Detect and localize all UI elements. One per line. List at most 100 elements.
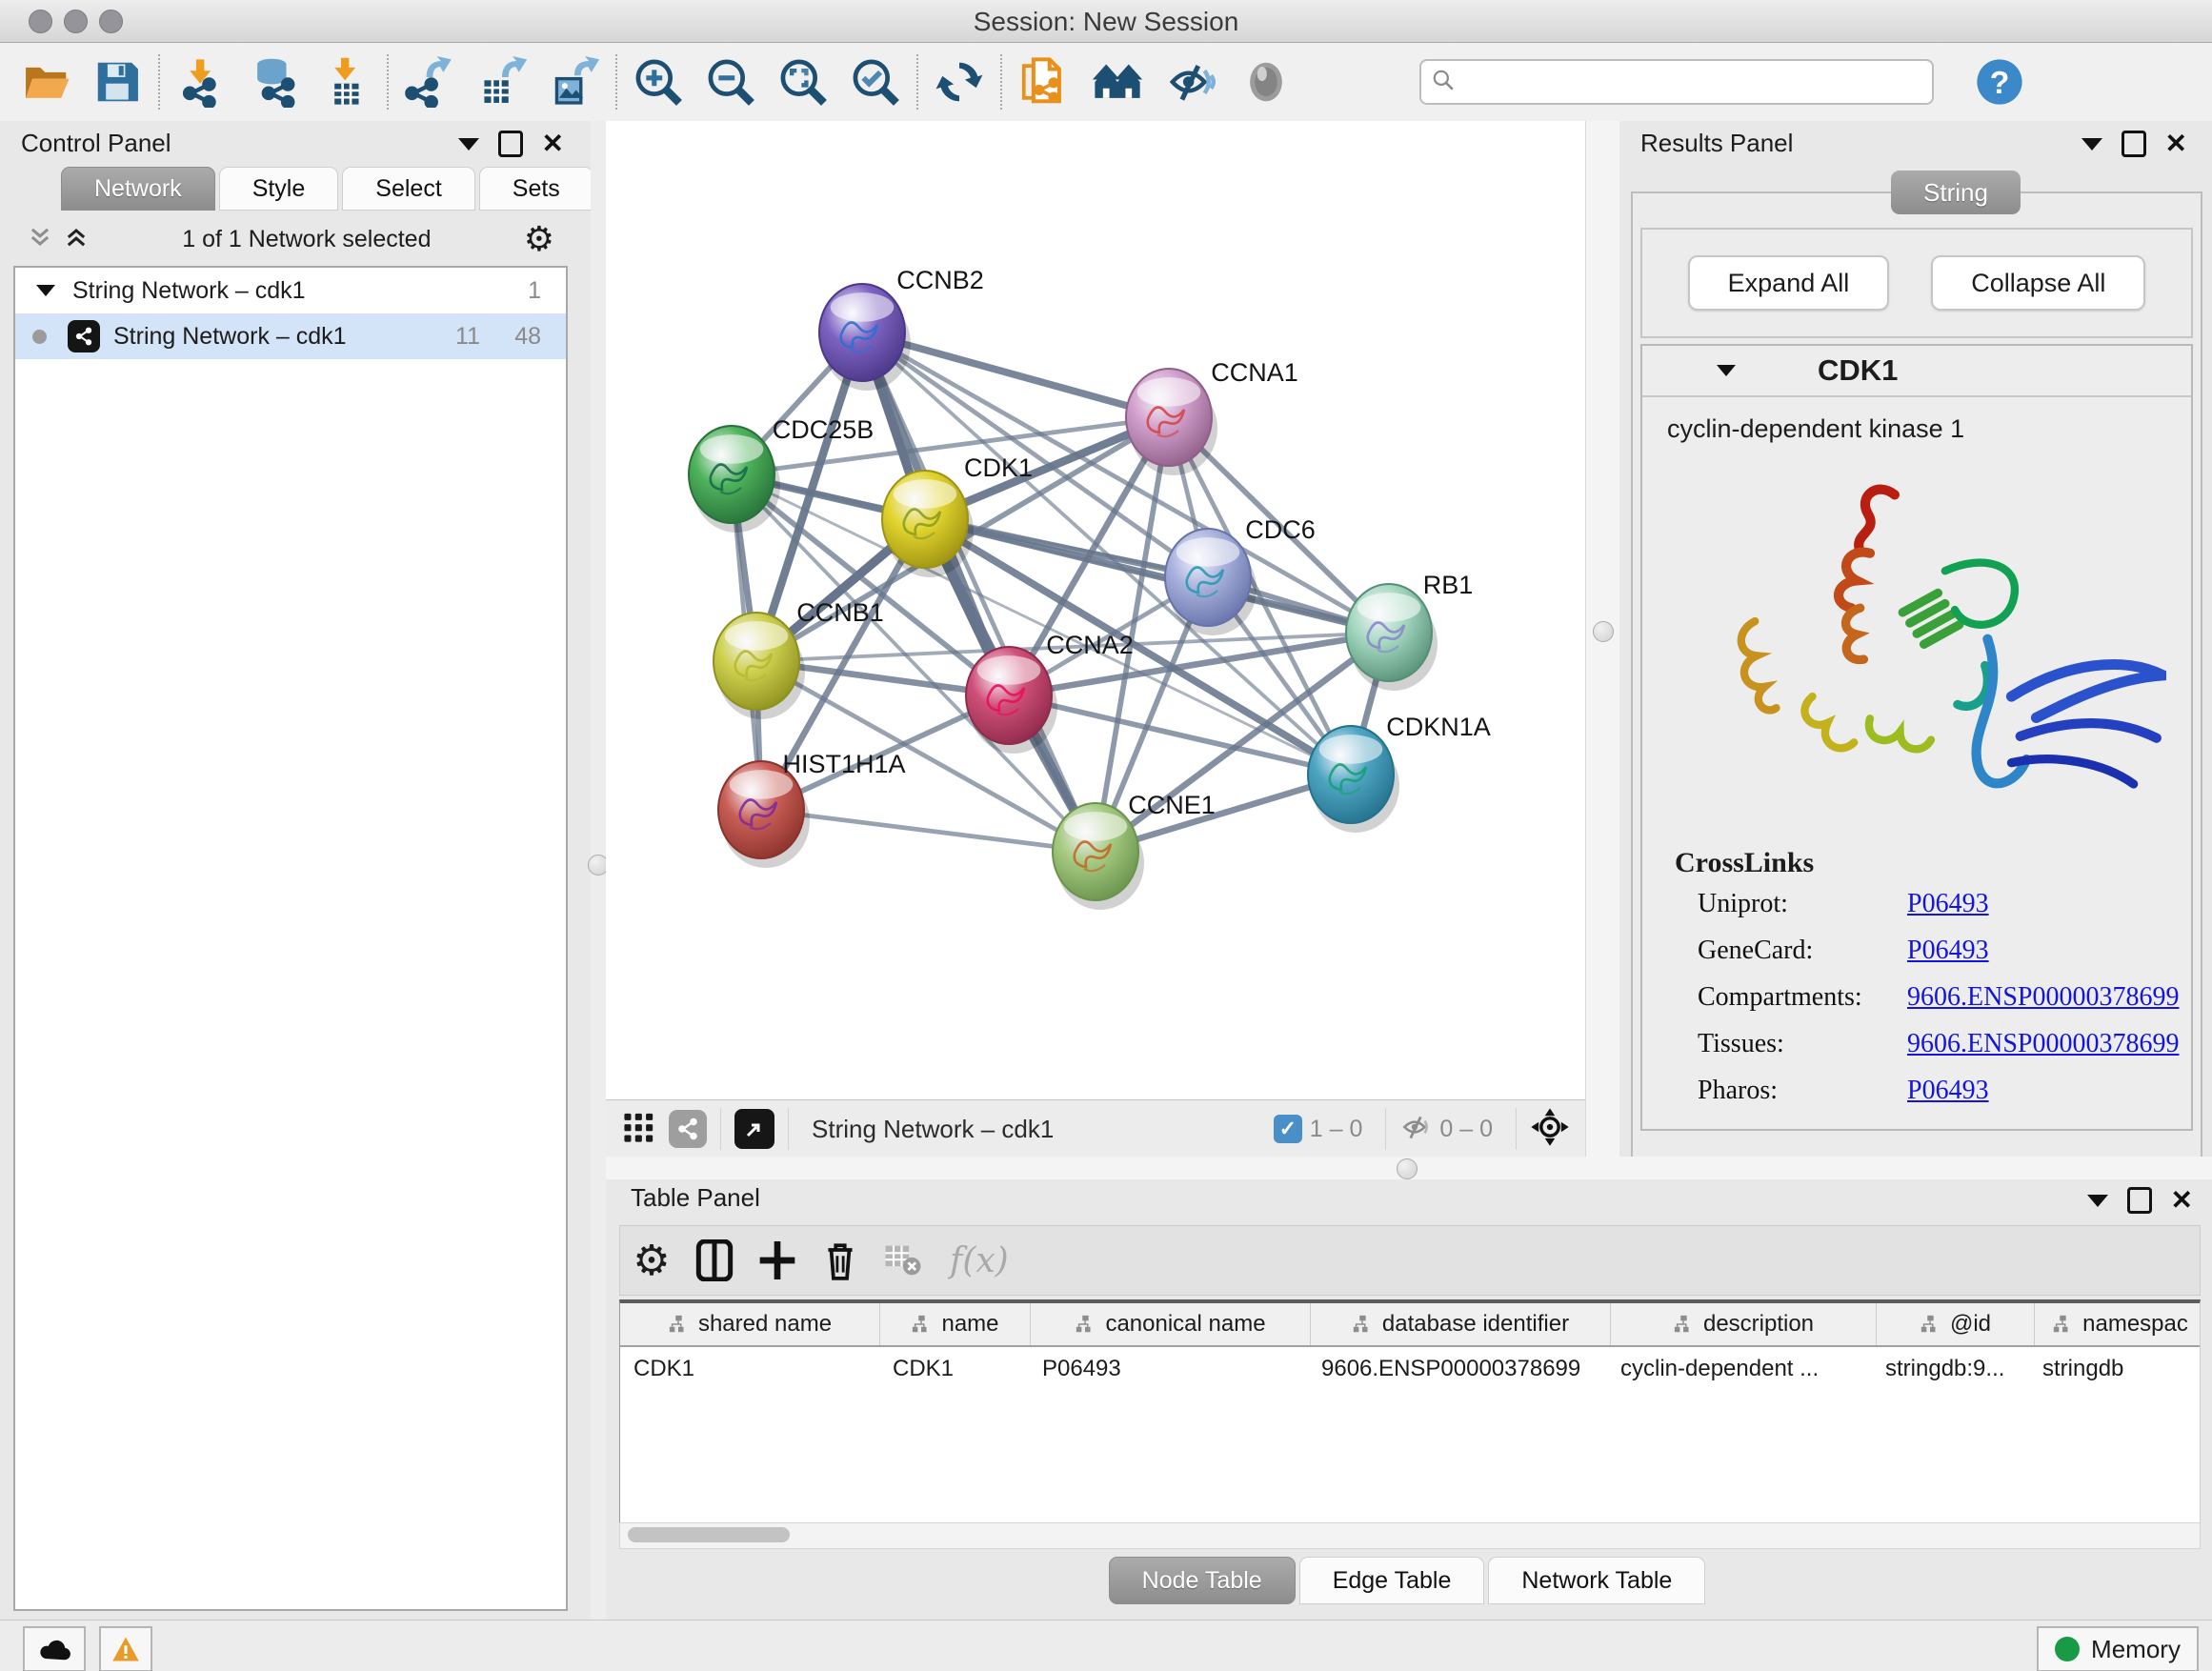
selected-nodes-checkbox[interactable]: ✓ <box>1274 1115 1302 1143</box>
gene-section-header[interactable]: CDK1 <box>1642 346 2191 397</box>
zoom-in-icon[interactable] <box>629 52 688 111</box>
birds-eye-view-icon[interactable] <box>1530 1107 1570 1152</box>
cell-name[interactable]: CDK1 <box>879 1356 1029 1382</box>
close-panel-icon[interactable]: ✕ <box>542 133 564 154</box>
node-table[interactable]: shared name name canonical name database… <box>619 1299 2201 1526</box>
zoom-selected-icon[interactable] <box>846 52 905 111</box>
toolbar-separator <box>788 1108 789 1150</box>
share-document-icon[interactable] <box>1014 52 1073 111</box>
memory-button[interactable]: Memory <box>2037 1626 2199 1671</box>
export-table-icon[interactable] <box>473 52 532 111</box>
main-toolbar: ? <box>0 43 2212 122</box>
float-panel-icon[interactable] <box>2122 131 2146 157</box>
float-panel-icon[interactable] <box>2127 1187 2152 1214</box>
panel-menu-icon[interactable] <box>2081 138 2102 151</box>
column-header[interactable]: @id <box>1877 1303 2035 1345</box>
cell-canonical-name[interactable]: P06493 <box>1029 1356 1308 1382</box>
cell-database-identifier[interactable]: 9606.ENSP00000378699 <box>1308 1356 1607 1382</box>
control-panel-title: Control Panel <box>21 129 171 158</box>
column-header[interactable]: database identifier <box>1311 1303 1611 1345</box>
string-network-graph[interactable]: CCNB2CCNA1CDC25BCDK1CDC6RB1CCNB1CCNA2CDK… <box>606 121 1585 1099</box>
search-container <box>1419 59 1934 105</box>
home-icon[interactable] <box>1088 52 1147 111</box>
tab-select[interactable]: Select <box>342 167 474 211</box>
compartments-link[interactable]: 9606.ENSP00000378699 <box>1907 982 2179 1013</box>
show-columns-icon[interactable] <box>683 1232 746 1289</box>
table-settings-gear-icon[interactable]: ⚙ <box>620 1232 683 1289</box>
import-database-icon[interactable] <box>244 52 303 111</box>
detach-view-icon[interactable] <box>734 1109 774 1149</box>
window-title: Session: New Session <box>0 7 2212 37</box>
save-session-icon[interactable] <box>88 52 147 111</box>
add-column-icon[interactable] <box>746 1232 809 1289</box>
export-network-icon[interactable] <box>400 52 459 111</box>
import-network-icon[interactable] <box>171 52 231 111</box>
left-splitter[interactable] <box>591 121 606 1620</box>
column-header[interactable]: namespac <box>2035 1303 2201 1345</box>
hidden-elements-icon[interactable] <box>1399 1111 1432 1148</box>
results-panel: Results Panel ✕ String Expand All Collap… <box>1619 121 2212 1162</box>
table-toolbar: ⚙ f(x) <box>619 1225 2201 1296</box>
tab-style[interactable]: Style <box>219 167 339 211</box>
node-label: CCNE1 <box>1128 791 1216 819</box>
cell-namespace[interactable]: stringdb <box>2029 1356 2200 1382</box>
collection-expand-icon[interactable] <box>36 285 55 296</box>
refresh-icon[interactable] <box>930 52 989 111</box>
collapse-all-icon[interactable] <box>27 224 53 255</box>
column-header[interactable]: name <box>880 1303 1031 1345</box>
network-canvas[interactable]: CCNB2CCNA1CDC25BCDK1CDC6RB1CCNB1CCNA2CDK… <box>606 121 1585 1099</box>
vertical-splitter[interactable] <box>1585 121 1621 1162</box>
tab-edge-table[interactable]: Edge Table <box>1299 1557 1485 1604</box>
table-row[interactable]: CDK1 CDK1 P06493 9606.ENSP00000378699 cy… <box>620 1347 2200 1391</box>
import-table-icon[interactable] <box>316 52 375 111</box>
delete-column-icon[interactable] <box>809 1232 872 1289</box>
collapse-all-button[interactable]: Collapse All <box>1931 255 2145 311</box>
network-row[interactable]: String Network – cdk1 11 48 <box>15 313 566 359</box>
column-header[interactable]: shared name <box>620 1303 880 1345</box>
panel-menu-icon[interactable] <box>458 138 479 151</box>
eye-icon[interactable] <box>1237 52 1296 111</box>
tab-network[interactable]: Network <box>61 167 215 211</box>
panel-menu-icon[interactable] <box>2087 1195 2108 1207</box>
open-session-icon[interactable] <box>17 52 76 111</box>
zoom-out-icon[interactable] <box>701 52 760 111</box>
horizontal-splitter-handle[interactable] <box>1397 1158 1418 1179</box>
column-header[interactable]: canonical name <box>1031 1303 1311 1345</box>
close-panel-icon[interactable]: ✕ <box>2165 133 2187 154</box>
scrollbar-handle[interactable] <box>628 1527 790 1542</box>
hide-show-panels-icon[interactable] <box>1162 52 1221 111</box>
expand-all-icon[interactable] <box>63 224 90 255</box>
help-icon[interactable]: ? <box>1970 52 2029 111</box>
network-current-dot <box>32 330 47 344</box>
genecard-link[interactable]: P06493 <box>1907 936 1989 966</box>
uniprot-link[interactable]: P06493 <box>1907 889 1989 919</box>
network-collection-row[interactable]: String Network – cdk1 1 <box>15 268 566 313</box>
grid-view-icon[interactable] <box>623 1111 655 1148</box>
search-input[interactable] <box>1419 59 1934 105</box>
expand-all-button[interactable]: Expand All <box>1688 255 1890 311</box>
table-horizontal-scrollbar[interactable] <box>619 1522 2201 1549</box>
float-panel-icon[interactable] <box>498 131 523 157</box>
pharos-link[interactable]: P06493 <box>1907 1076 1989 1106</box>
warnings-button[interactable] <box>99 1626 152 1671</box>
toolbar-separator <box>158 54 160 110</box>
tab-string[interactable]: String <box>1891 171 2021 214</box>
close-panel-icon[interactable]: ✕ <box>2171 1190 2193 1211</box>
tab-node-table[interactable]: Node Table <box>1109 1557 1296 1604</box>
export-image-icon[interactable] <box>545 52 604 111</box>
tissues-link[interactable]: 9606.ENSP00000378699 <box>1907 1029 2179 1059</box>
horizontal-splitter[interactable] <box>606 1157 2212 1179</box>
cell-id[interactable]: stringdb:9... <box>1872 1356 2029 1382</box>
section-expand-icon[interactable] <box>1717 365 1736 376</box>
cell-description[interactable]: cyclin-dependent ... <box>1607 1356 1872 1382</box>
network-options-gear-icon[interactable]: ⚙ <box>524 219 554 259</box>
vertical-splitter-handle[interactable] <box>1593 621 1614 642</box>
string-view-icon[interactable] <box>669 1110 707 1148</box>
column-header[interactable]: description <box>1611 1303 1877 1345</box>
tab-network-table[interactable]: Network Table <box>1488 1557 1705 1604</box>
cell-shared-name[interactable]: CDK1 <box>620 1356 879 1382</box>
cloud-status-button[interactable] <box>23 1626 86 1671</box>
tab-sets[interactable]: Sets <box>479 167 593 211</box>
node-label: CCNB2 <box>896 266 984 294</box>
zoom-fit-icon[interactable] <box>774 52 833 111</box>
